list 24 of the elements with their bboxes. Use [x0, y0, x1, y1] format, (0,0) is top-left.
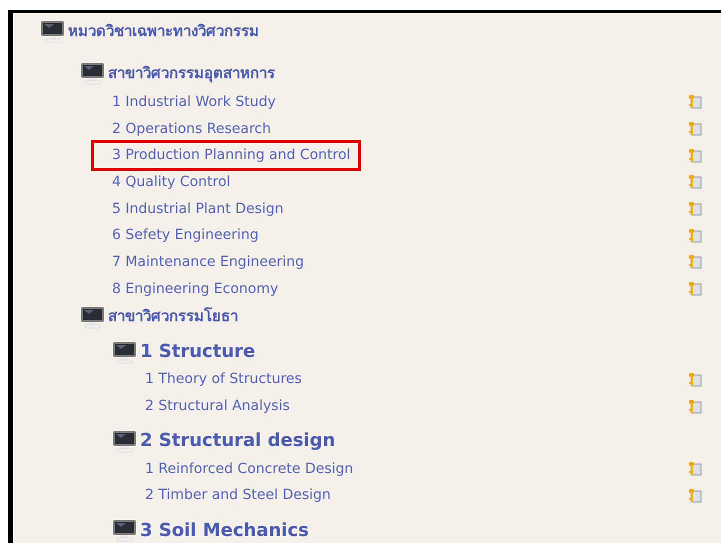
key-icon[interactable] [688, 281, 702, 298]
monitor-icon [112, 340, 138, 364]
key-icon[interactable] [688, 148, 702, 164]
monitor-icon [40, 19, 66, 43]
subject-heading[interactable]: 2 Structural design [140, 427, 336, 454]
category-heading[interactable]: สาขาวิศวกรรมอุตสาหการ [108, 62, 275, 84]
monitor-icon [80, 304, 106, 328]
category-heading[interactable]: สาขาวิศวกรรมโยธา [108, 305, 238, 328]
subject-heading[interactable]: 1 Structure [140, 338, 256, 365]
key-icon[interactable] [688, 174, 702, 190]
key-icon[interactable] [688, 372, 702, 388]
key-icon[interactable] [688, 254, 702, 270]
subject-heading[interactable]: 3 Soil Mechanics [140, 516, 309, 543]
key-icon[interactable] [688, 398, 702, 415]
key-icon[interactable] [688, 488, 702, 504]
key-icon[interactable] [688, 94, 702, 110]
key-icon[interactable] [688, 201, 702, 218]
key-icon[interactable] [688, 121, 702, 138]
monitor-icon [80, 61, 106, 85]
course-link[interactable]: 3 Production Planning and Control [91, 140, 362, 172]
key-icon[interactable] [688, 461, 702, 478]
category-heading[interactable]: หมวดวิชาเฉพาะทางวิศวกรรม [68, 20, 259, 42]
monitor-icon [112, 428, 138, 453]
key-icon[interactable] [688, 228, 702, 244]
